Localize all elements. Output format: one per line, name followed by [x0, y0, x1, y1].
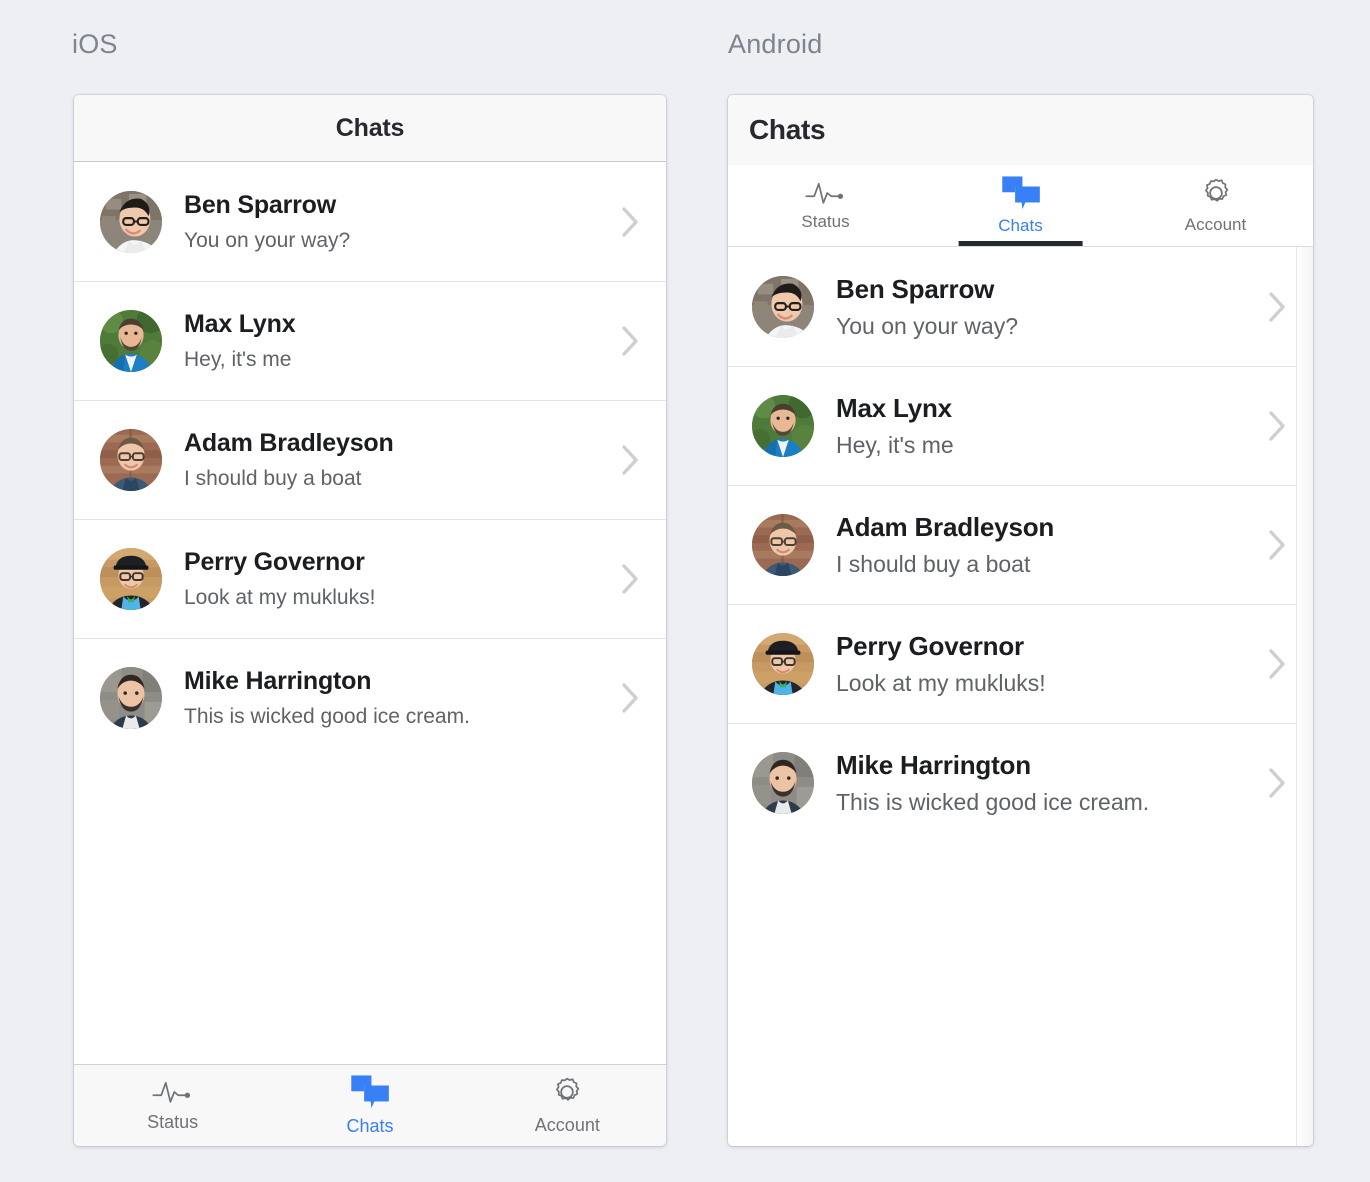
chevron-right-icon: [1265, 763, 1291, 803]
chat-item-message: I should buy a boat: [836, 551, 1031, 577]
chat-item-message: You on your way?: [184, 228, 351, 252]
chat-item-name: Adam Bradleyson: [836, 512, 1055, 542]
chevron-right-icon: [618, 321, 644, 361]
android-chat-list: Ben Sparrow You on your way? Max Lynx Hey, …: [728, 247, 1313, 842]
chat-list-item[interactable]: Perry Governor Look at my mukluks!: [74, 519, 666, 638]
chat-item-name: Ben Sparrow: [836, 273, 995, 304]
ios-tab-chats[interactable]: Chats: [271, 1065, 468, 1146]
ios-navigation-bar: Chats: [74, 95, 666, 162]
chat-list-item[interactable]: Adam Bradleyson I should buy a boat: [74, 400, 666, 519]
chat-item-message: You on your way?: [836, 312, 1019, 339]
chat-item-text: Ben Sparrow You on your way?: [184, 191, 618, 253]
adam-bradleyson-avatar: [100, 429, 162, 491]
android-tab-bar: Status Chats Account: [728, 165, 1313, 247]
perry-governor-avatar: [100, 548, 162, 610]
max-lynx-avatar: [752, 395, 814, 457]
chat-bubbles-icon: [349, 1074, 391, 1110]
android-device-panel: Chats Status Chats Account Ben Sparrow Yo…: [728, 95, 1313, 1146]
android-tab-chats[interactable]: Chats: [923, 165, 1118, 246]
platform-label-android: Android: [728, 29, 823, 59]
chat-item-text: Mike Harrington This is wicked good ice c…: [836, 750, 1265, 816]
chat-bubbles-icon: [1000, 175, 1042, 211]
chat-item-name: Max Lynx: [184, 310, 296, 338]
chevron-right-icon: [618, 678, 644, 718]
ios-tab-account[interactable]: Account: [469, 1065, 666, 1146]
chat-item-text: Adam Bradleyson I should buy a boat: [836, 512, 1265, 578]
comparison-stage: iOS Android Chats Ben Sparrow You on your…: [0, 0, 1370, 1182]
ios-chat-list: Ben Sparrow You on your way? Max Lynx Hey, …: [74, 162, 666, 757]
chat-item-message: Look at my mukluks!: [836, 670, 1046, 696]
chat-item-message: Hey, it's me: [184, 348, 292, 371]
android-chat-list-container[interactable]: Ben Sparrow You on your way? Max Lynx Hey, …: [728, 247, 1313, 1146]
chat-item-message: I should buy a boat: [184, 467, 362, 490]
chevron-right-icon: [618, 202, 644, 242]
chat-item-name: Mike Harrington: [184, 667, 372, 695]
chevron-right-icon: [1265, 287, 1291, 327]
chat-item-message: Hey, it's me: [836, 432, 954, 458]
chat-list-item[interactable]: Max Lynx Hey, it's me: [74, 281, 666, 400]
android-tab-status-label: Status: [801, 212, 850, 231]
chat-item-text: Max Lynx Hey, it's me: [836, 393, 1265, 459]
ios-chat-list-container[interactable]: Ben Sparrow You on your way? Max Lynx Hey, …: [74, 162, 666, 1064]
chat-list-item[interactable]: Mike Harrington This is wicked good ice c…: [74, 638, 666, 757]
android-page-title: Chats: [749, 114, 826, 145]
ios-tab-status-label: Status: [147, 1112, 199, 1132]
chevron-right-icon: [1265, 644, 1291, 684]
vertical-scrollbar[interactable]: [1296, 247, 1313, 1146]
pulse-icon: [805, 179, 847, 207]
chevron-right-icon: [618, 559, 644, 599]
pulse-icon: [152, 1078, 194, 1106]
chat-item-message: Look at my mukluks!: [184, 586, 376, 609]
mike-harrington-avatar: [100, 667, 162, 729]
android-tab-account[interactable]: Account: [1118, 165, 1313, 246]
ben-sparrow-avatar: [100, 190, 162, 253]
platform-label-ios: iOS: [72, 29, 118, 59]
chevron-right-icon: [1265, 525, 1291, 565]
chat-list-item[interactable]: Ben Sparrow You on your way?: [728, 247, 1313, 366]
chat-list-item[interactable]: Adam Bradleyson I should buy a boat: [728, 485, 1313, 604]
ios-device-panel: Chats Ben Sparrow You on your way? Max Lyn…: [74, 95, 666, 1146]
ios-tab-bar: Status Chats Account: [74, 1064, 666, 1146]
chat-item-name: Perry Governor: [184, 548, 365, 576]
gear-icon: [550, 1075, 584, 1109]
ios-tab-status[interactable]: Status: [74, 1065, 271, 1146]
ben-sparrow-avatar: [752, 275, 814, 338]
chat-list-item[interactable]: Max Lynx Hey, it's me: [728, 366, 1313, 485]
perry-governor-avatar: [752, 633, 814, 695]
chat-item-name: Ben Sparrow: [184, 190, 336, 219]
chat-item-name: Mike Harrington: [836, 750, 1031, 780]
chat-item-message: This is wicked good ice cream.: [184, 705, 470, 728]
android-tab-account-label: Account: [1184, 215, 1247, 234]
chat-item-text: Perry Governor Look at my mukluks!: [836, 631, 1265, 697]
chat-item-name: Perry Governor: [836, 631, 1024, 661]
android-app-bar: Chats: [728, 95, 1313, 165]
android-tab-status[interactable]: Status: [728, 165, 923, 246]
chat-item-text: Adam Bradleyson I should buy a boat: [184, 429, 618, 491]
mike-harrington-avatar: [752, 752, 814, 814]
max-lynx-avatar: [100, 310, 162, 372]
chat-list-item[interactable]: Perry Governor Look at my mukluks!: [728, 604, 1313, 723]
chevron-right-icon: [1265, 406, 1291, 446]
chat-item-text: Perry Governor Look at my mukluks!: [184, 548, 618, 610]
adam-bradleyson-avatar: [752, 514, 814, 576]
chat-item-name: Adam Bradleyson: [184, 429, 394, 457]
chat-item-text: Mike Harrington This is wicked good ice c…: [184, 667, 618, 729]
chat-item-text: Ben Sparrow You on your way?: [836, 274, 1265, 340]
chat-item-name: Max Lynx: [836, 393, 952, 423]
ios-tab-account-label: Account: [534, 1115, 600, 1135]
chevron-right-icon: [618, 440, 644, 480]
gear-icon: [1199, 176, 1233, 210]
chat-item-text: Max Lynx Hey, it's me: [184, 310, 618, 372]
chat-item-message: This is wicked good ice cream.: [836, 789, 1150, 815]
chat-list-item[interactable]: Mike Harrington This is wicked good ice c…: [728, 723, 1313, 842]
chat-list-item[interactable]: Ben Sparrow You on your way?: [74, 162, 666, 281]
android-tab-chats-label: Chats: [998, 216, 1043, 235]
ios-tab-chats-label: Chats: [346, 1116, 394, 1136]
ios-page-title: Chats: [335, 113, 405, 142]
